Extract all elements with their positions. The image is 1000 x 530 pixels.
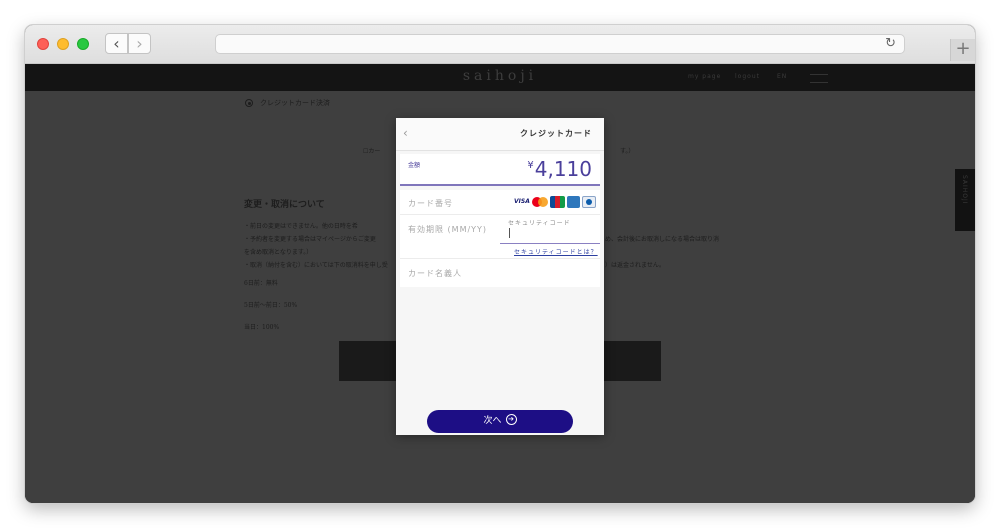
amount-box: 金額 ¥4,110 bbox=[400, 154, 600, 186]
reload-icon[interactable]: ↻ bbox=[885, 35, 896, 53]
currency-symbol: ¥ bbox=[527, 160, 534, 171]
side-tab[interactable]: SAIHOJI bbox=[955, 169, 975, 231]
modal-header: ‹ クレジットカード bbox=[396, 118, 604, 151]
site-header: saihoji my page logout EN bbox=[25, 64, 975, 91]
site-logo: saihoji bbox=[462, 68, 538, 84]
next-button[interactable]: 次へ ➔ bbox=[427, 410, 573, 433]
nav-logout[interactable]: logout bbox=[735, 73, 760, 80]
divider bbox=[400, 214, 600, 215]
cardholder-name-row: カード名義人 bbox=[400, 258, 600, 287]
cardholder-name-field[interactable]: カード名義人 bbox=[408, 268, 462, 279]
nav-my-page[interactable]: my page bbox=[688, 73, 721, 80]
modal-back-icon[interactable]: ‹ bbox=[403, 126, 408, 140]
arrow-right-circle-icon: ➔ bbox=[505, 414, 517, 425]
fee-line: 5日前〜前日：50% bbox=[244, 302, 298, 309]
amount-value: ¥4,110 bbox=[527, 157, 592, 181]
modal-title: クレジットカード bbox=[520, 129, 592, 138]
hamburger-menu-icon[interactable] bbox=[810, 74, 828, 83]
address-bar[interactable]: ↻ bbox=[215, 34, 905, 54]
policy-line: を含め取消となります。） bbox=[244, 249, 313, 256]
side-tab-label: SAIHOJI bbox=[961, 175, 968, 205]
new-tab-button[interactable]: + bbox=[950, 39, 975, 61]
terms-checkbox-text[interactable]: ☐カー bbox=[363, 146, 380, 155]
credit-card-modal: ‹ クレジットカード 金額 ¥4,110 カード番号 VISA 有効期限 (MM… bbox=[396, 118, 604, 435]
policy-line: ・取消（納付を含む）においては下の取消料を申し受 bbox=[244, 262, 388, 269]
diners-icon bbox=[582, 196, 596, 208]
fee-line: 当日：100% bbox=[244, 324, 280, 331]
fee-line: 6日前：無料 bbox=[244, 280, 278, 287]
minimize-window-button[interactable] bbox=[57, 38, 69, 50]
close-window-button[interactable] bbox=[37, 38, 49, 50]
nav-language[interactable]: EN bbox=[777, 73, 787, 80]
security-code-input[interactable] bbox=[509, 228, 510, 238]
back-button[interactable]: ‹ bbox=[105, 33, 128, 54]
amex-icon bbox=[567, 196, 580, 208]
browser-toolbar: ‹ › ↻ + bbox=[25, 25, 975, 64]
amount-number: 4,110 bbox=[534, 157, 592, 181]
payment-option-label: クレジットカード決済 bbox=[260, 99, 330, 107]
amount-label: 金額 bbox=[408, 162, 421, 169]
mastercard-icon bbox=[532, 196, 548, 208]
section-heading: 変更・取消について bbox=[244, 200, 325, 210]
expiry-field[interactable]: 有効期限 (MM/YY) bbox=[408, 224, 487, 235]
forward-button[interactable]: › bbox=[128, 33, 151, 54]
jcb-icon bbox=[550, 196, 565, 208]
security-code-help-link[interactable]: セキュリティコードとは？ bbox=[514, 247, 598, 256]
policy-line: ・前日の変更はできません。他の日時を希 bbox=[244, 223, 358, 230]
zoom-window-button[interactable] bbox=[77, 38, 89, 50]
visa-icon: VISA bbox=[514, 198, 530, 205]
terms-checkbox-text-right: す。） bbox=[620, 148, 635, 155]
policy-line: ・予約者を変更する場合はマイページからご変更 bbox=[244, 236, 376, 243]
security-code-underline bbox=[500, 243, 600, 244]
policy-line-right: め、会計後にお取消しになる場合は取り消 bbox=[605, 236, 720, 243]
payment-radio[interactable] bbox=[245, 99, 253, 107]
card-number-field[interactable]: カード番号 bbox=[408, 198, 453, 209]
security-code-label: セキュリティコード bbox=[508, 220, 571, 227]
next-button-label: 次へ bbox=[483, 416, 502, 426]
policy-line-right: ）は返金されません。 bbox=[605, 262, 665, 269]
